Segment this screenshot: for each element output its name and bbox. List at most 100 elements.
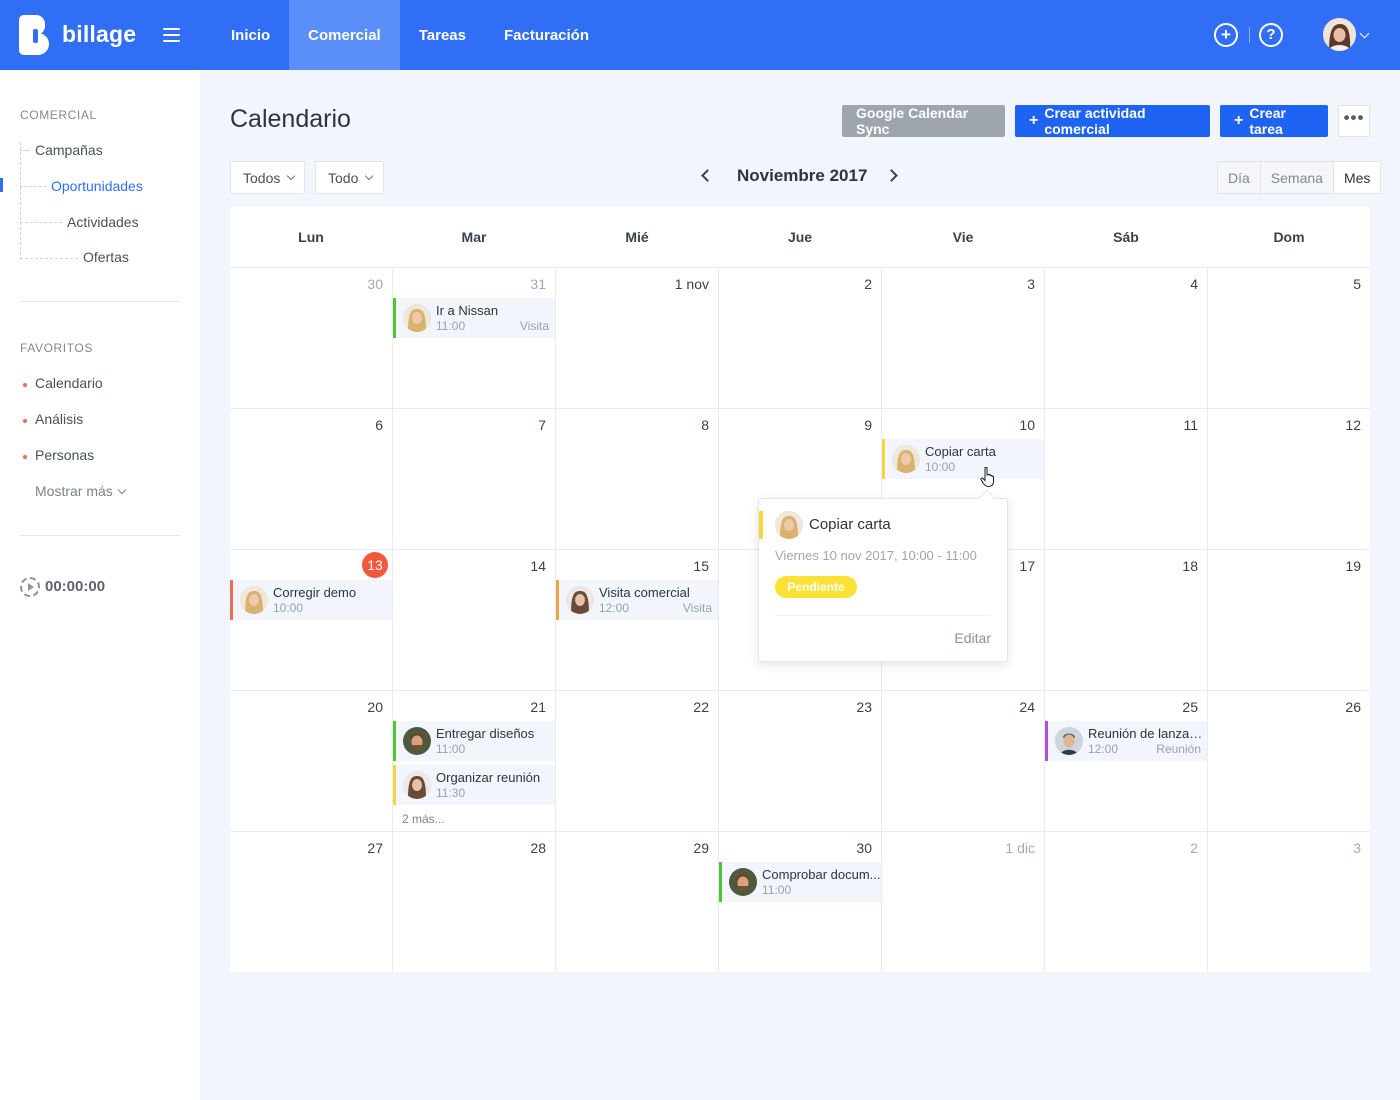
day-number[interactable]: 11	[1138, 417, 1198, 433]
avatar	[566, 586, 594, 614]
day-number[interactable]: 9	[812, 417, 872, 433]
plus-icon: +	[1029, 112, 1039, 129]
day-number[interactable]: 28	[486, 840, 546, 856]
day-number[interactable]: 22	[649, 699, 709, 715]
edit-link[interactable]: Editar	[954, 630, 991, 646]
day-number[interactable]: 15	[649, 558, 709, 574]
chevron-left-icon[interactable]	[701, 169, 714, 182]
day-number[interactable]: 6	[323, 417, 383, 433]
view-week-button[interactable]: Semana	[1259, 162, 1333, 193]
event-time: 10:00	[273, 601, 304, 615]
day-number[interactable]: 29	[649, 840, 709, 856]
day-number[interactable]: 14	[486, 558, 546, 574]
main-nav: Inicio Comercial Tareas Facturación	[212, 0, 608, 70]
more-events-link[interactable]: 2 más...	[402, 812, 445, 826]
nav-facturacion[interactable]: Facturación	[485, 0, 608, 70]
event-tag: Visita	[519, 319, 549, 333]
sidebar-divider	[20, 301, 180, 302]
sidebar-fav-calendario[interactable]: Calendario	[35, 375, 103, 391]
event-title: Ir a Nissan	[436, 303, 499, 318]
filter-dropdown-todos[interactable]: Todos	[230, 161, 305, 194]
brand-name[interactable]: billage	[62, 21, 136, 48]
event-corregir-demo[interactable]: Corregir demo 10:00	[230, 580, 392, 620]
view-day-button[interactable]: Día	[1218, 162, 1260, 193]
day-number[interactable]: 26	[1301, 699, 1361, 715]
day-number[interactable]: 27	[323, 840, 383, 856]
day-number[interactable]: 21	[486, 699, 546, 715]
show-more-link[interactable]: Mostrar más	[35, 483, 127, 499]
active-indicator	[0, 178, 3, 192]
sidebar-item-ofertas[interactable]: Ofertas	[83, 249, 129, 265]
day-number[interactable]: 1 nov	[649, 276, 709, 292]
today-badge[interactable]: 13	[362, 552, 388, 578]
day-number[interactable]: 5	[1301, 276, 1361, 292]
event-organizar-reunion[interactable]: Organizar reunión 11:30	[393, 765, 555, 805]
more-options-icon[interactable]: •••	[1338, 105, 1370, 137]
event-time: 11:00	[436, 742, 466, 756]
bullet-icon	[23, 383, 27, 387]
view-toggle: Día Semana Mes	[1217, 161, 1382, 194]
day-number[interactable]: 1 dic	[975, 840, 1035, 856]
day-number[interactable]: 20	[323, 699, 383, 715]
weekday-header: Sáb	[1113, 229, 1139, 245]
day-number[interactable]: 30	[323, 276, 383, 292]
day-number[interactable]: 19	[1301, 558, 1361, 574]
event-tag: Visita	[682, 601, 712, 615]
user-avatar[interactable]	[1323, 18, 1356, 51]
event-title: Corregir demo	[273, 585, 357, 600]
sidebar-fav-personas[interactable]: Personas	[35, 447, 94, 463]
create-task-button[interactable]: + Crear tarea	[1220, 105, 1328, 137]
menu-icon[interactable]	[163, 28, 181, 42]
bullet-icon	[23, 455, 27, 459]
chevron-right-icon[interactable]	[885, 169, 898, 182]
bullet-icon	[23, 419, 27, 423]
event-comprobar-documentos[interactable]: Comprobar docum... 11:00	[719, 862, 881, 902]
day-number[interactable]: 18	[1138, 558, 1198, 574]
event-ir-a-nissan[interactable]: Ir a Nissan 11:00 Visita	[393, 298, 555, 338]
day-number[interactable]: 30	[812, 840, 872, 856]
day-number[interactable]: 3	[975, 276, 1035, 292]
month-label: Noviembre 2017	[737, 166, 868, 185]
event-title: Visita comercial	[599, 585, 690, 600]
event-color-bar	[759, 511, 763, 539]
sidebar-item-oportunidades[interactable]: Oportunidades	[51, 178, 143, 194]
status-badge: Pendiente	[775, 576, 857, 598]
event-popover: Copiar carta Viernes 10 nov 2017, 10:00 …	[758, 489, 1008, 662]
billage-logo-icon[interactable]	[19, 15, 51, 55]
day-number[interactable]: 10	[975, 417, 1035, 433]
day-number[interactable]: 31	[486, 276, 546, 292]
event-entregar-disenos[interactable]: Entregar diseños 11:00	[393, 721, 555, 761]
day-number[interactable]: 12	[1301, 417, 1361, 433]
sidebar-item-actividades[interactable]: Actividades	[67, 214, 139, 230]
nav-tareas[interactable]: Tareas	[400, 0, 485, 70]
play-timer-icon[interactable]	[20, 577, 40, 597]
nav-comercial[interactable]: Comercial	[289, 0, 400, 70]
create-activity-button[interactable]: + Crear actividad comercial	[1015, 105, 1210, 137]
day-number[interactable]: 3	[1301, 840, 1361, 856]
question-circle-icon[interactable]: ?	[1259, 23, 1283, 47]
event-visita-comercial[interactable]: Visita comercial 12:00 Visita	[556, 580, 718, 620]
google-calendar-sync-button[interactable]: Google Calendar Sync	[842, 105, 1005, 137]
nav-inicio[interactable]: Inicio	[212, 0, 289, 70]
sidebar-fav-analisis[interactable]: Análisis	[35, 411, 83, 427]
avatar	[892, 445, 920, 473]
day-number[interactable]: 25	[1138, 699, 1198, 715]
event-time: 10:00	[925, 460, 956, 474]
day-number[interactable]: 2	[1138, 840, 1198, 856]
sidebar-item-campanas[interactable]: Campañas	[35, 142, 103, 158]
day-number[interactable]: 7	[486, 417, 546, 433]
day-number[interactable]: 24	[975, 699, 1035, 715]
chevron-down-icon	[365, 171, 374, 180]
day-number[interactable]: 23	[812, 699, 872, 715]
plus-circle-icon[interactable]: +	[1214, 23, 1238, 47]
day-number[interactable]: 2	[812, 276, 872, 292]
day-number[interactable]: 4	[1138, 276, 1198, 292]
event-copiar-carta[interactable]: Copiar carta 10:00	[882, 439, 1044, 479]
chevron-down-icon	[117, 485, 127, 495]
filter-dropdown-todo[interactable]: Todo	[315, 161, 384, 194]
view-month-button[interactable]: Mes	[1332, 162, 1381, 193]
day-number[interactable]: 8	[649, 417, 709, 433]
event-reunion-lanzamiento[interactable]: Reunión de lanzam... 12:00 Reunión	[1045, 721, 1208, 761]
google-calendar-sync-label: Google Calendar Sync	[856, 105, 969, 137]
chevron-down-icon[interactable]	[1359, 28, 1370, 39]
